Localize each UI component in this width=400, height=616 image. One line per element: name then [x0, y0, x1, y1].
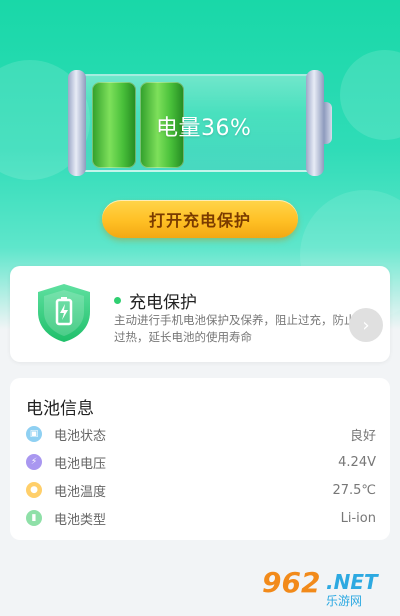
info-value: 良好: [349, 428, 376, 444]
flame-icon: ●: [26, 482, 42, 498]
battery-info-card: 电池信息 ▣ 电池状态 良好 ⚡ 电池电压 4.24V ● 电池温度 27.5℃…: [10, 378, 390, 540]
info-label: 电池电压: [54, 456, 107, 472]
info-label: 电池类型: [54, 512, 107, 528]
protect-description: 主动进行手机电池保护及保养，阻止过充，防止过热，延长电池的使用寿命: [114, 313, 356, 344]
protect-title: 充电保护: [129, 293, 197, 313]
open-charge-protect-button[interactable]: 打开充电保护: [102, 200, 298, 238]
info-row-temperature: ● 电池温度 27.5℃: [26, 480, 376, 500]
info-value: 4.24V: [338, 454, 376, 470]
shield-battery-icon: [38, 284, 90, 342]
battery-info-title: 电池信息: [26, 399, 94, 419]
battery-type-icon: ▮: [26, 510, 42, 526]
chevron-right-icon[interactable]: ›: [349, 308, 383, 342]
charge-protect-card[interactable]: 充电保护 主动进行手机电池保护及保养，阻止过充，防止过热，延长电池的使用寿命 ›: [10, 266, 390, 362]
info-row-type: ▮ 电池类型 Li-ion: [26, 508, 376, 528]
watermark-number: 962: [262, 566, 321, 599]
status-icon: ▣: [26, 426, 42, 442]
info-row-voltage: ⚡ 电池电压 4.24V: [26, 452, 376, 472]
decor-bubble: [340, 50, 400, 140]
status-dot: [114, 297, 121, 304]
battery-terminal: [324, 102, 332, 144]
site-watermark: 962 .NET 乐游网: [262, 566, 392, 610]
battery-level-text: 电量36%: [156, 116, 252, 141]
watermark-domain: .NET: [326, 570, 378, 594]
info-value: 27.5℃: [332, 482, 376, 498]
protect-title-row: 充电保护: [114, 288, 197, 313]
info-label: 电池温度: [54, 484, 107, 500]
watermark-name: 乐游网: [326, 594, 363, 608]
info-label: 电池状态: [54, 428, 107, 444]
battery-body: 电量36%: [76, 74, 318, 172]
battery-graphic: 电量36%: [68, 70, 332, 176]
battery-cap-right: [306, 70, 324, 176]
info-value: Li-ion: [340, 510, 376, 526]
info-row-status: ▣ 电池状态 良好: [26, 424, 376, 444]
bolt-icon: ⚡: [26, 454, 42, 470]
battery-cell: [92, 82, 136, 168]
battery-cap-left: [68, 70, 86, 176]
